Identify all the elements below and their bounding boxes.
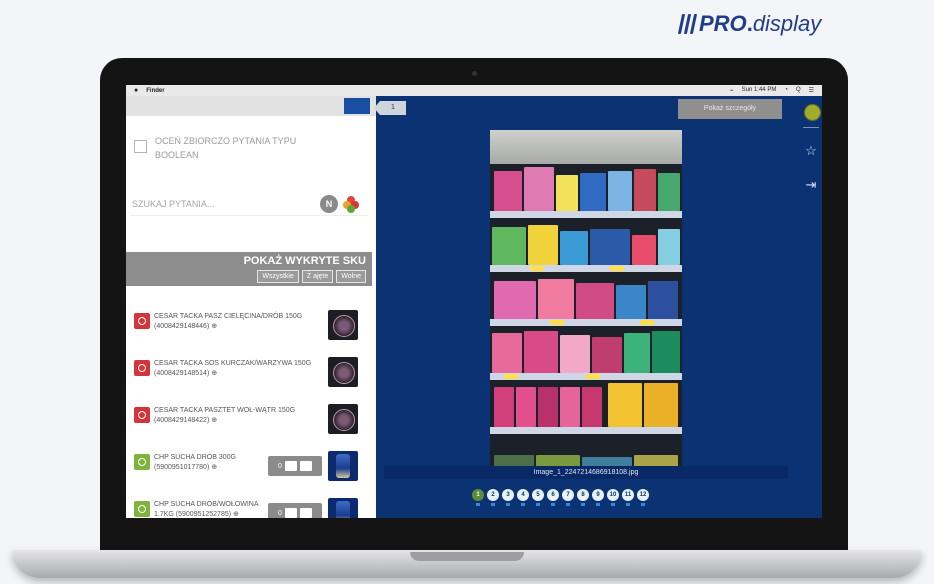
status-green-icon[interactable]: [134, 501, 150, 517]
photo-shelf: [490, 218, 682, 272]
quantity-input[interactable]: [284, 461, 297, 471]
sku-title: POKAŻ WYKRYTE SKU: [243, 255, 366, 267]
sku-thumbnail[interactable]: [328, 357, 358, 387]
menubar-status: ⌁ Sun 1:44 PM ◔ Q ☰: [730, 87, 814, 94]
quantity-button[interactable]: [299, 461, 312, 471]
filter-free-button[interactable]: Wolne: [336, 270, 366, 283]
page-dot-2[interactable]: 2: [487, 489, 499, 506]
pin-icon[interactable]: ☆: [804, 144, 818, 158]
wifi-icon[interactable]: ◔: [784, 87, 788, 94]
flower-icon[interactable]: [343, 196, 359, 213]
sku-thumbnail[interactable]: [328, 451, 358, 481]
sku-item[interactable]: CESAR TACKA PASZTET WOŁ-WĄTR 150G (40084…: [126, 400, 372, 447]
sku-header: POKAŻ WYKRYTE SKU Wszystkie Ż ajęte Woln…: [126, 252, 372, 286]
right-rail: ☆ ⇥: [800, 96, 822, 518]
sku-name: CESAR TACKA PASZ CIELĘCINA/DRÓB 150G (40…: [154, 313, 303, 330]
panel-top-button[interactable]: [344, 98, 370, 114]
image-filename: Image_1_2247214686918108.jpg: [384, 466, 788, 479]
question-search: N: [130, 193, 368, 216]
sku-item[interactable]: CESAR TACKA SOS KURCZAK/WARZYWA 150G (40…: [126, 353, 372, 400]
photo-ceiling: [490, 130, 682, 164]
page-dot-7[interactable]: 7: [562, 489, 574, 506]
photo-shelf: [490, 272, 682, 326]
sku-filters: Wszystkie Ż ajęte Wolne: [257, 270, 366, 283]
sku-thumbnail[interactable]: [328, 404, 358, 434]
logo-display: display: [752, 11, 822, 36]
filter-taken-button[interactable]: Ż ajęte: [301, 270, 334, 283]
logo-bars-icon: [677, 14, 698, 34]
quantity-stepper[interactable]: 0: [268, 503, 322, 518]
logo-pro: PRO: [699, 11, 747, 36]
menubar-app-name[interactable]: Finder: [146, 88, 164, 94]
page-dot-8[interactable]: 8: [577, 489, 589, 506]
camera-icon: [472, 71, 477, 76]
search-input[interactable]: [130, 198, 314, 210]
status-red-icon[interactable]: [134, 360, 150, 376]
photo-shelf: [490, 326, 682, 380]
sku-name: CHP SUCHA DRÓB/WOŁOWINA 1.7KG (590095125…: [154, 501, 259, 518]
spotlight-icon[interactable]: Q: [796, 87, 801, 94]
rail-divider: [803, 127, 819, 128]
sku-thumbnail[interactable]: [328, 310, 358, 340]
photo-shelf: [490, 380, 682, 434]
quantity-input[interactable]: [284, 508, 297, 518]
sku-name: CESAR TACKA PASZTET WOŁ-WĄTR 150G (40084…: [154, 407, 296, 424]
details-button[interactable]: Pokaż szczegóły: [678, 99, 782, 119]
boolean-checkbox[interactable]: [134, 140, 147, 153]
sku-thumbnail[interactable]: [328, 498, 358, 518]
page-dot-4[interactable]: 4: [517, 489, 529, 506]
notification-button[interactable]: N: [320, 195, 338, 213]
sku-item[interactable]: CHP SUCHA DRÓB 300G (5900951017780) ⊕ 0: [126, 447, 372, 494]
status-green-icon[interactable]: [134, 454, 150, 470]
logout-icon[interactable]: ⇥: [804, 178, 818, 192]
status-clock[interactable]: Sun 1:44 PM: [742, 87, 777, 94]
sku-name: CHP SUCHA DRÓB 300G (5900951017780) ⊕: [154, 454, 236, 471]
boolean-row: OCEŃ ZBIORCZO PYTANIA TYPU BOOLEAN: [134, 134, 335, 162]
status-red-icon[interactable]: [134, 407, 150, 423]
page-dot-11[interactable]: 11: [622, 489, 634, 506]
avatar[interactable]: [804, 104, 821, 121]
photo-shelf: [490, 164, 682, 218]
status-item[interactable]: ⌁: [730, 87, 734, 94]
photo-shelf: [490, 434, 682, 466]
quantity-value: 0: [278, 509, 282, 517]
quantity-button[interactable]: [299, 508, 312, 518]
filter-all-button[interactable]: Wszystkie: [257, 270, 299, 283]
page-dot-12[interactable]: 12: [637, 489, 649, 506]
image-counter[interactable]: 1: [374, 101, 406, 115]
sku-name: CESAR TACKA SOS KURCZAK/WARZYWA 150G (40…: [154, 360, 312, 377]
page-dot-9[interactable]: 9: [592, 489, 604, 506]
page-dot-3[interactable]: 3: [502, 489, 514, 506]
quantity-stepper[interactable]: 0: [268, 456, 322, 476]
quantity-value: 0: [278, 462, 282, 470]
shelf-photo[interactable]: [490, 130, 682, 466]
sku-list: CESAR TACKA PASZ CIELĘCINA/DRÓB 150G (40…: [126, 306, 372, 518]
boolean-label: OCEŃ ZBIORCZO PYTANIA TYPU BOOLEAN: [155, 136, 297, 160]
menu-icon[interactable]: ☰: [809, 87, 814, 94]
sku-item[interactable]: CESAR TACKA PASZ CIELĘCINA/DRÓB 150G (40…: [126, 306, 372, 353]
page-dot-5[interactable]: 5: [532, 489, 544, 506]
status-red-icon[interactable]: [134, 313, 150, 329]
panel-top-strip: [126, 96, 376, 116]
image-pagination: 1 2 3 4 5 6 7 8 9 10 11 12: [472, 489, 649, 506]
laptop-notch: [410, 552, 524, 561]
page-dot-1[interactable]: 1: [472, 489, 484, 506]
apple-icon[interactable]: ●: [134, 87, 138, 94]
brand-logo: PRO . display: [677, 9, 822, 39]
page-dot-10[interactable]: 10: [607, 489, 619, 506]
page-dot-6[interactable]: 6: [547, 489, 559, 506]
mac-menubar: ● Finder ⌁ Sun 1:44 PM ◔ Q ☰: [126, 85, 822, 96]
sku-item[interactable]: CHP SUCHA DRÓB/WOŁOWINA 1.7KG (590095125…: [126, 494, 372, 518]
laptop-screen: ● Finder ⌁ Sun 1:44 PM ◔ Q ☰ OCEŃ ZBIORC…: [126, 85, 822, 518]
questions-panel: OCEŃ ZBIORCZO PYTANIA TYPU BOOLEAN N POK…: [126, 96, 376, 518]
